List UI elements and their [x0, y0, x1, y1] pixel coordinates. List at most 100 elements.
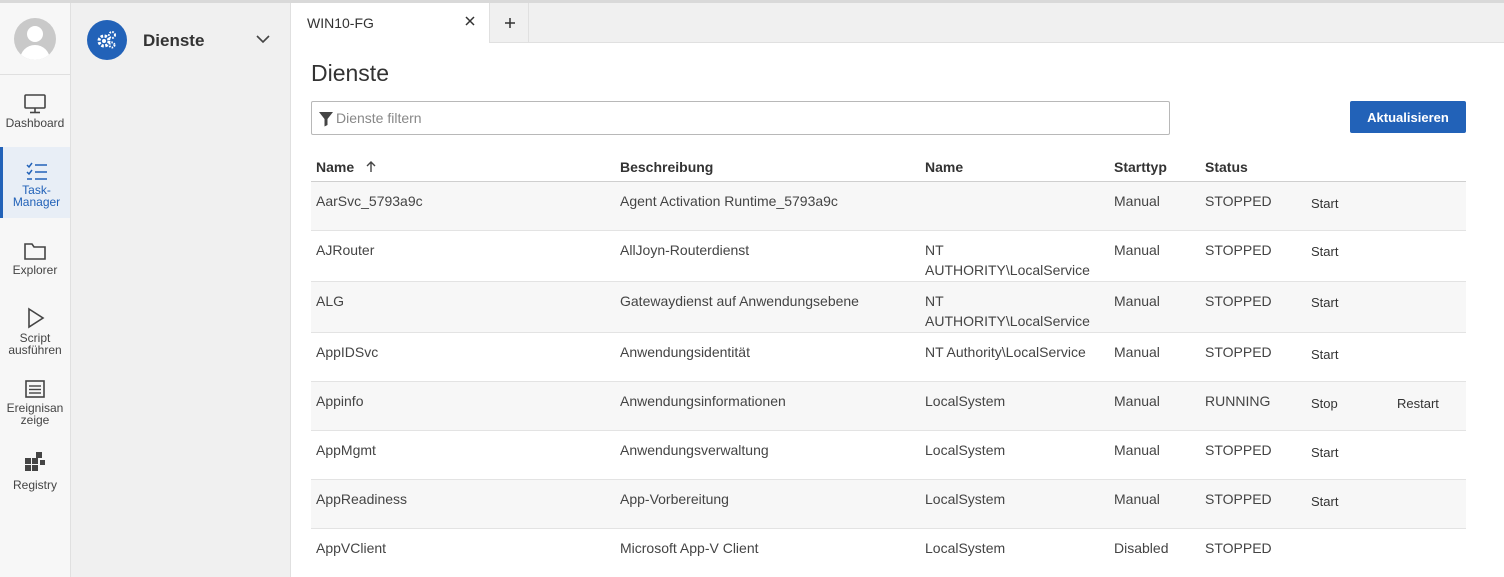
- cell-account: LocalSystem: [925, 540, 1006, 556]
- cell-description: Anwendungsinformationen: [620, 393, 786, 409]
- cell-account: NT Authority\LocalService: [925, 344, 1086, 360]
- cell-description: Agent Activation Runtime_5793a9c: [620, 193, 838, 209]
- cell-account: NT AUTHORITY\LocalService: [925, 242, 1090, 278]
- cell-status: STOPPED: [1205, 344, 1272, 360]
- rail-item-script[interactable]: Script ausführen: [0, 307, 70, 357]
- cell-status: RUNNING: [1205, 393, 1271, 409]
- cell-start-type: Manual: [1114, 442, 1160, 458]
- rail-item-registry[interactable]: Registry: [0, 450, 70, 498]
- chevron-down-icon[interactable]: [255, 33, 271, 45]
- rail-item-label: Script ausführen: [8, 331, 62, 357]
- tab-win10-fg[interactable]: WIN10-FG: [291, 3, 490, 43]
- cell-name: AppMgmt: [316, 442, 376, 458]
- filter-icon: [319, 112, 333, 127]
- start-button[interactable]: Start: [1311, 347, 1338, 362]
- registry-icon: [25, 452, 45, 471]
- cell-start-type: Manual: [1114, 293, 1160, 309]
- cell-description: Microsoft App-V Client: [620, 540, 759, 556]
- cell-status: STOPPED: [1205, 491, 1272, 507]
- restart-button[interactable]: Restart: [1397, 396, 1439, 411]
- column-header-start-type[interactable]: Starttyp: [1114, 159, 1167, 175]
- left-rail: Dashboard Task- Manager Explorer Script …: [0, 3, 71, 577]
- page-title: Dienste: [311, 60, 389, 86]
- table-row[interactable]: AarSvc_5793a9c Agent Activation Runtime_…: [311, 182, 1466, 231]
- checklist-icon: [25, 162, 47, 180]
- cell-start-type: Manual: [1114, 344, 1160, 360]
- rail-item-label: Ereignisan zeige: [6, 401, 64, 427]
- cell-name: ALG: [316, 293, 345, 309]
- cell-description: Anwendungsverwaltung: [620, 442, 769, 458]
- cell-name: AJRouter: [316, 242, 375, 258]
- tab-bar: WIN10-FG: [291, 3, 1504, 43]
- cell-start-type: Manual: [1114, 491, 1160, 507]
- avatar-head-shape: [27, 26, 43, 42]
- start-button[interactable]: Start: [1311, 445, 1338, 460]
- cell-start-type: Disabled: [1114, 540, 1169, 556]
- table-row[interactable]: AJRouter AllJoyn-Routerdienst NT AUTHORI…: [311, 231, 1466, 282]
- refresh-button[interactable]: Aktualisieren: [1350, 101, 1466, 133]
- start-button[interactable]: Start: [1311, 244, 1338, 259]
- arrow-up-icon: [366, 161, 376, 172]
- cell-status: STOPPED: [1205, 293, 1272, 309]
- rail-item-task-manager[interactable]: Task- Manager: [0, 147, 70, 218]
- cell-status: STOPPED: [1205, 193, 1272, 209]
- avatar[interactable]: [14, 18, 56, 60]
- column-header-status[interactable]: Status: [1205, 159, 1248, 175]
- filter-input[interactable]: [336, 102, 1156, 134]
- start-button[interactable]: Start: [1311, 196, 1338, 211]
- cell-account: NT AUTHORITY\LocalService: [925, 293, 1090, 329]
- cell-status: STOPPED: [1205, 242, 1272, 258]
- column-header-name[interactable]: Name: [316, 159, 376, 175]
- cell-status: STOPPED: [1205, 442, 1272, 458]
- cell-start-type: Manual: [1114, 393, 1160, 409]
- section-title: Dienste: [143, 31, 205, 50]
- start-button[interactable]: Start: [1311, 494, 1338, 509]
- start-button[interactable]: Start: [1311, 295, 1338, 310]
- stop-button[interactable]: Stop: [1311, 396, 1338, 411]
- add-tab-button[interactable]: [491, 3, 529, 43]
- cell-name: AppReadiness: [316, 491, 408, 507]
- rail-item-label: Task- Manager: [12, 183, 61, 209]
- cell-start-type: Manual: [1114, 193, 1160, 209]
- table-header: Name Beschreibung Name Starttyp Status: [311, 153, 1466, 182]
- rail-divider: [0, 74, 70, 75]
- table-row[interactable]: AppMgmt Anwendungsverwaltung LocalSystem…: [311, 431, 1466, 480]
- table-row[interactable]: Appinfo Anwendungsinformationen LocalSys…: [311, 382, 1466, 431]
- tab-label: WIN10-FG: [307, 15, 374, 31]
- cell-account: LocalSystem: [925, 491, 1006, 507]
- rail-item-dashboard[interactable]: Dashboard: [0, 94, 70, 138]
- cell-description: AllJoyn-Routerdienst: [620, 242, 750, 258]
- rail-item-label: Dashboard: [5, 116, 65, 130]
- cell-account: LocalSystem: [925, 393, 1006, 409]
- plus-icon: [505, 18, 515, 28]
- column-header-description[interactable]: Beschreibung: [620, 159, 713, 175]
- cell-status: STOPPED: [1205, 540, 1272, 556]
- avatar-body-shape: [20, 45, 50, 60]
- play-icon: [28, 307, 45, 329]
- column-header-account[interactable]: Name: [925, 159, 963, 175]
- rail-item-event-viewer[interactable]: Ereignisan zeige: [0, 379, 70, 427]
- rail-item-explorer[interactable]: Explorer: [0, 241, 70, 277]
- cell-account: LocalSystem: [925, 442, 1006, 458]
- cell-name: AppIDSvc: [316, 344, 379, 360]
- section-sidebar: Dienste: [71, 3, 291, 577]
- rail-item-label: Explorer: [12, 263, 58, 277]
- table-row[interactable]: AppVClient Microsoft App-V Client LocalS…: [311, 529, 1466, 577]
- cell-description: App-Vorbereitung: [620, 491, 729, 507]
- cell-name: Appinfo: [316, 393, 364, 409]
- cell-description: Anwendungsidentität: [620, 344, 750, 360]
- folder-icon: [24, 243, 46, 260]
- cell-start-type: Manual: [1114, 242, 1160, 258]
- filter-field[interactable]: [311, 101, 1170, 135]
- table-row[interactable]: ALG Gatewaydienst auf Anwendungsebene NT…: [311, 282, 1466, 333]
- rail-item-label: Registry: [12, 478, 57, 492]
- cell-description: Gatewaydienst auf Anwendungsebene: [620, 293, 859, 309]
- monitor-icon: [24, 94, 46, 114]
- event-list-icon: [25, 380, 45, 398]
- gears-icon: [87, 20, 127, 60]
- cell-name: AppVClient: [316, 540, 387, 556]
- close-icon[interactable]: [464, 15, 476, 27]
- table-row[interactable]: AppIDSvc Anwendungsidentität NT Authorit…: [311, 333, 1466, 382]
- services-table: AarSvc_5793a9c Agent Activation Runtime_…: [311, 182, 1466, 577]
- table-row[interactable]: AppReadiness App-Vorbereitung LocalSyste…: [311, 480, 1466, 529]
